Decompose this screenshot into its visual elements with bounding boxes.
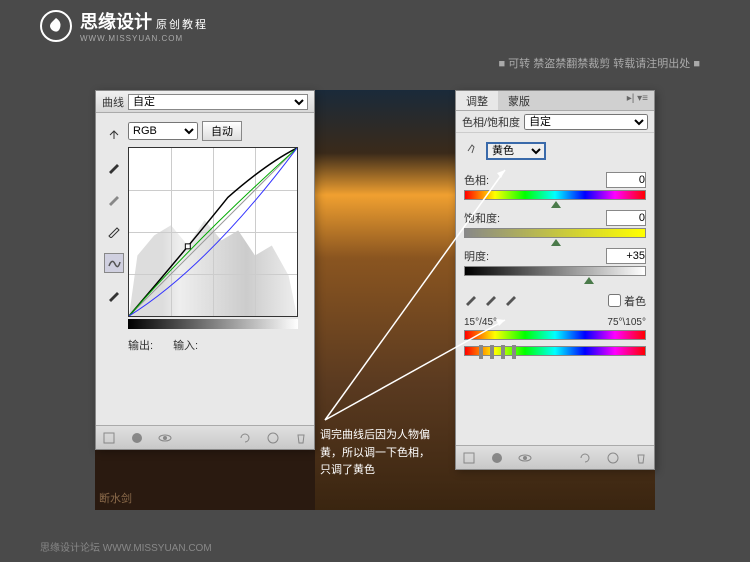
hue-label: 色相:: [464, 172, 489, 188]
channel-select[interactable]: RGB: [128, 122, 198, 140]
colorize-checkbox[interactable]: [608, 294, 621, 307]
colorize-label: 着色: [624, 293, 646, 309]
tab-collapse-icon[interactable]: ▸| ▾≡: [621, 91, 654, 110]
logo-text: 思缘设计: [80, 12, 152, 32]
hsl-title: 色相/饱和度: [462, 114, 520, 130]
eyedropper-icon[interactable]: [464, 292, 478, 309]
light-label: 明度:: [464, 248, 489, 264]
rainbow-bottom[interactable]: [464, 346, 646, 356]
trash-icon[interactable]: [634, 451, 648, 465]
hsl-header: 色相/饱和度 自定: [456, 111, 654, 133]
header-copyright: ■ 可转 禁盗禁翻禁裁剪 转载请注明出处 ■: [498, 55, 700, 71]
range-right: 75°\105°: [607, 317, 646, 328]
curves-panel: 曲线 自定 RGB 自动: [95, 90, 315, 450]
curve-tool-icon[interactable]: [104, 253, 124, 273]
input-label: 输入:: [173, 337, 198, 353]
annotation-text: 调完曲线后因为人物偏黄，所以调一下色相，只调了黄色: [320, 427, 440, 480]
watermark: 断水剑: [99, 490, 132, 506]
prev-icon[interactable]: [266, 431, 280, 445]
footer-text: 思缘设计论坛 WWW.MISSYUAN.COM: [40, 539, 212, 554]
curves-header: 曲线 自定: [96, 91, 314, 113]
curves-title: 曲线: [102, 94, 124, 110]
eye-icon[interactable]: [518, 451, 532, 465]
sat-input[interactable]: [606, 210, 646, 226]
logo-icon: [40, 10, 72, 42]
curve-graph[interactable]: [128, 147, 298, 317]
curves-preset-select[interactable]: 自定: [128, 94, 308, 110]
logo-url: WWW.MISSYUAN.COM: [80, 34, 208, 43]
eyedropper-gray-icon[interactable]: [104, 189, 124, 209]
hsl-preset-select[interactable]: 自定: [524, 114, 648, 130]
eye-icon[interactable]: [158, 431, 172, 445]
sat-label: 饱和度:: [464, 210, 500, 226]
prev-icon[interactable]: [606, 451, 620, 465]
hsl-footer: [456, 445, 654, 469]
light-input[interactable]: [606, 248, 646, 264]
clip-icon[interactable]: [462, 451, 476, 465]
workspace: 曲线 自定 RGB 自动: [95, 90, 655, 510]
eyedropper-plus-icon[interactable]: [484, 292, 498, 309]
pencil-tool-icon[interactable]: [104, 285, 124, 305]
tab-mask[interactable]: 蒙版: [498, 91, 540, 110]
reset-icon[interactable]: [238, 431, 252, 445]
panel-tabs: 调整 蒙版 ▸| ▾≡: [456, 91, 654, 111]
finger-tool-icon[interactable]: [464, 141, 480, 160]
logo-subtitle: 原创教程: [156, 19, 208, 31]
logo: 思缘设计原创教程 WWW.MISSYUAN.COM: [40, 8, 208, 43]
light-slider[interactable]: [464, 266, 646, 276]
hue-slider[interactable]: [464, 190, 646, 200]
eyedropper-black-icon[interactable]: [104, 157, 124, 177]
view-icon[interactable]: [130, 431, 144, 445]
auto-button[interactable]: 自动: [202, 121, 242, 141]
curves-footer: [96, 425, 314, 449]
view-icon[interactable]: [490, 451, 504, 465]
color-range-select[interactable]: 黄色: [486, 142, 546, 160]
trash-icon[interactable]: [294, 431, 308, 445]
range-left: 15°/45°: [464, 317, 497, 328]
hand-tool-icon[interactable]: [104, 125, 124, 145]
eyedropper-minus-icon[interactable]: [504, 292, 518, 309]
reset-icon[interactable]: [578, 451, 592, 465]
gradient-strip: [128, 319, 298, 329]
hsl-panel: 调整 蒙版 ▸| ▾≡ 色相/饱和度 自定 黄色 色相: 饱和度: 明度:: [455, 90, 655, 470]
eyedropper-white-icon[interactable]: [104, 221, 124, 241]
output-label: 输出:: [128, 337, 153, 353]
sat-slider[interactable]: [464, 228, 646, 238]
clip-icon[interactable]: [102, 431, 116, 445]
tab-adjust[interactable]: 调整: [456, 91, 498, 110]
rainbow-top: [464, 330, 646, 340]
hue-input[interactable]: [606, 172, 646, 188]
